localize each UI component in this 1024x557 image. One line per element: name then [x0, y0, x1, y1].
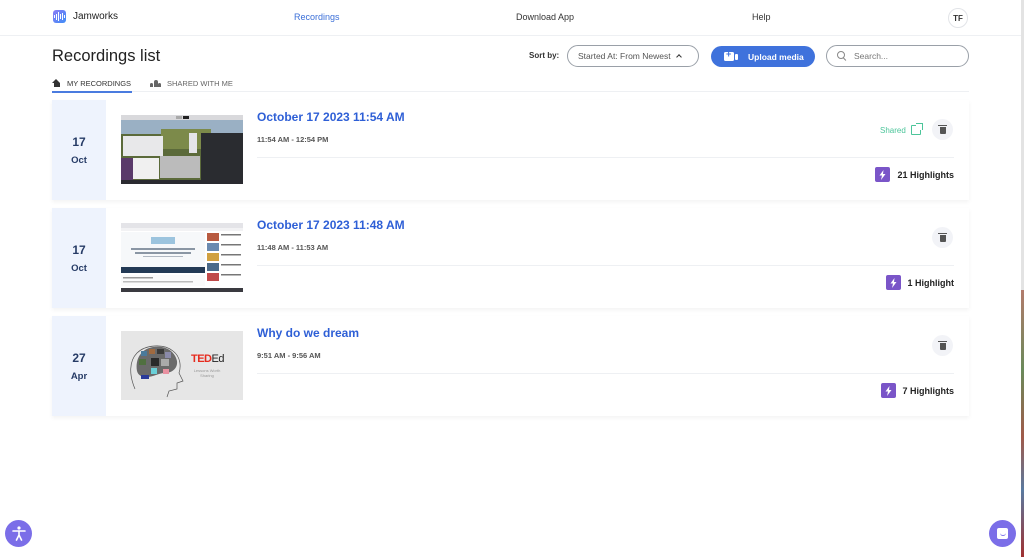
date-month: Apr: [70, 370, 88, 382]
recordings-tabs: MY RECORDINGS SHARED WITH ME: [52, 74, 969, 93]
user-avatar[interactable]: TF: [948, 8, 968, 28]
lightning-bolt-icon: [875, 167, 891, 182]
chat-icon: [997, 528, 1008, 539]
highlights-label: 1 Highlight: [907, 277, 955, 288]
tab-label: MY RECORDINGS: [67, 78, 132, 88]
chat-support-button[interactable]: [989, 520, 1016, 547]
nav-download-app[interactable]: Download App: [516, 12, 574, 22]
recording-title[interactable]: Why do we dream: [257, 326, 359, 340]
home-icon: [52, 79, 61, 87]
divider: [257, 157, 954, 158]
recording-thumbnail[interactable]: TEDEd Lessons Worth Sharing: [121, 331, 243, 400]
tab-shared-with-me[interactable]: SHARED WITH ME: [150, 76, 233, 90]
date-month: Oct: [71, 262, 87, 274]
recording-time-range: 9:51 AM - 9:56 AM: [257, 351, 321, 360]
nav-help[interactable]: Help: [752, 12, 771, 22]
sort-dropdown[interactable]: Started At: From Newest: [567, 45, 699, 67]
date-block: 17 Oct: [52, 100, 106, 200]
recording-card[interactable]: 17 Oct October 17 2023 11:48 AM 11:48 AM…: [52, 208, 969, 308]
shared-link[interactable]: Shared: [880, 123, 923, 135]
trash-icon: [938, 340, 947, 350]
date-block: 27 Apr: [52, 316, 106, 416]
lightning-bolt-icon: [885, 275, 901, 290]
delete-button[interactable]: [932, 335, 953, 356]
highlights-count[interactable]: 1 Highlight: [885, 275, 955, 290]
page-title: Recordings list: [52, 47, 161, 65]
recording-thumbnail[interactable]: [121, 115, 243, 184]
accessibility-icon: [11, 526, 26, 541]
lightning-bolt-icon: [880, 383, 896, 398]
date-day: 27: [72, 350, 86, 365]
tab-label: SHARED WITH ME: [167, 78, 233, 88]
recording-time-range: 11:54 AM - 12:54 PM: [257, 135, 329, 144]
divider: [257, 373, 954, 374]
date-day: 17: [72, 242, 86, 257]
users-icon: [150, 79, 161, 87]
recording-card[interactable]: 27 Apr TEDEd Lessons Worth Sharing Why d…: [52, 316, 969, 416]
recording-title[interactable]: October 17 2023 11:54 AM: [257, 110, 405, 124]
date-block: 17 Oct: [52, 208, 106, 308]
divider: [257, 265, 954, 266]
sort-label: Sort by:: [529, 51, 560, 60]
chevron-up-icon: [675, 54, 682, 60]
app-name: Jamworks: [73, 11, 119, 22]
accessibility-button[interactable]: [5, 520, 32, 547]
highlights-label: 21 Highlights: [897, 169, 954, 180]
shared-label: Shared: [880, 125, 906, 135]
delete-button[interactable]: [932, 119, 953, 140]
highlights-label: 7 Highlights: [902, 385, 955, 396]
delete-button[interactable]: [932, 227, 953, 248]
video-camera-icon: [724, 49, 738, 61]
recording-thumbnail[interactable]: [121, 223, 243, 292]
recording-title[interactable]: October 17 2023 11:48 AM: [257, 218, 405, 232]
upload-media-label: Upload media: [748, 51, 804, 62]
tab-my-recordings[interactable]: MY RECORDINGS: [52, 76, 133, 93]
recording-time-range: 11:48 AM - 11:53 AM: [257, 243, 329, 252]
trash-icon: [938, 124, 947, 134]
app-logo[interactable]: Jamworks: [53, 10, 118, 23]
external-link-icon: [910, 123, 923, 135]
jamworks-logo-icon: [53, 10, 66, 23]
trash-icon: [938, 232, 947, 242]
sort-value: Started At: From Newest: [578, 51, 671, 61]
recording-card[interactable]: 17 Oct October 17 2023 11:54 AM 11:54 AM…: [52, 100, 969, 200]
upload-media-button[interactable]: Upload media: [711, 46, 815, 67]
search-icon: [837, 51, 847, 61]
search-field[interactable]: [826, 45, 969, 67]
search-input[interactable]: [854, 51, 954, 61]
highlights-count[interactable]: 7 Highlights: [880, 383, 955, 398]
date-month: Oct: [71, 154, 87, 166]
thumbnail-tagline: Lessons Worth Sharing: [193, 368, 221, 379]
date-day: 17: [72, 134, 86, 149]
top-navbar: Jamworks Recordings Download App Help TF: [0, 0, 1021, 36]
thumbnail-brand: TEDEd: [191, 353, 224, 365]
nav-recordings[interactable]: Recordings: [294, 12, 340, 22]
highlights-count[interactable]: 21 Highlights: [875, 167, 954, 182]
